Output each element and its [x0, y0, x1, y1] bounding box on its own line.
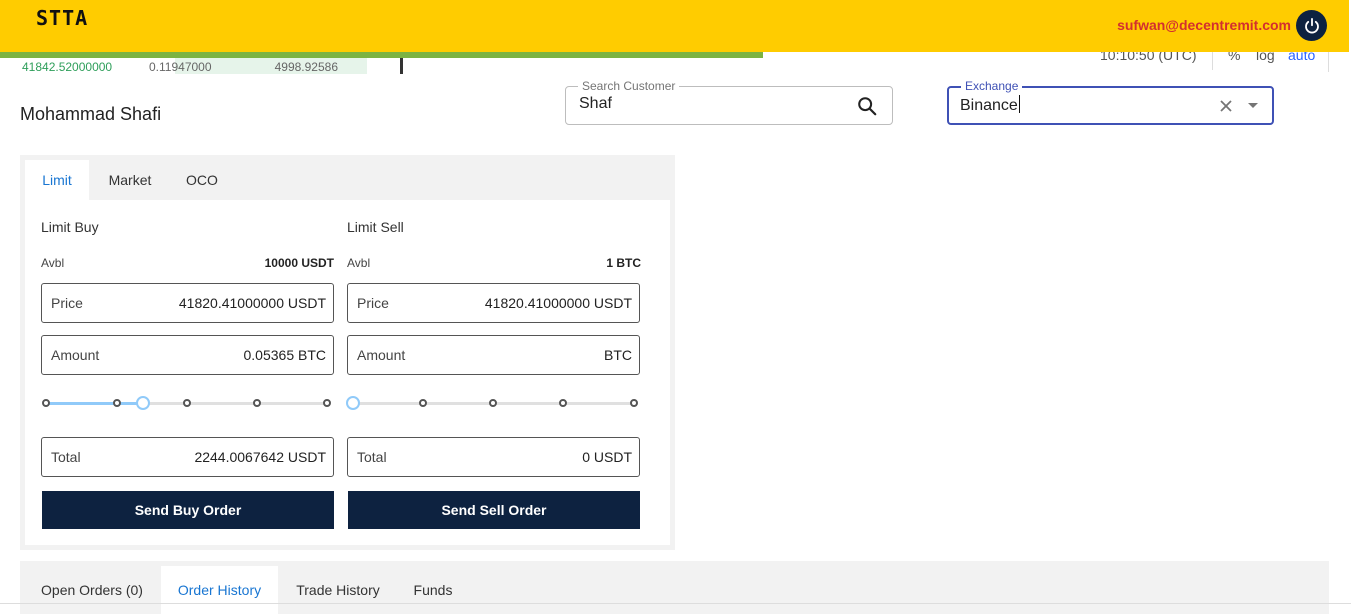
sell-total-value[interactable]: 0 USDT [582, 449, 632, 465]
sell-avbl-value: 1 BTC [606, 256, 641, 270]
exchange-value: Binance [960, 97, 1018, 114]
slider-mark-100[interactable] [323, 399, 331, 407]
buy-total-label: Total [51, 449, 81, 465]
search-customer-input[interactable]: Shaf [579, 95, 612, 113]
orderbook-total: 4998.92586 [274, 60, 338, 74]
search-customer-label: Search Customer [578, 79, 680, 93]
sell-price-value[interactable]: 41820.41000000 USDT [485, 295, 632, 311]
sell-avbl-label: Avbl [347, 256, 371, 270]
buy-total-field[interactable]: Total 2244.0067642 USDT [41, 437, 334, 477]
close-icon[interactable] [1218, 98, 1234, 114]
buy-avbl-value: 10000 USDT [264, 256, 334, 270]
order-form: Limit Buy Avbl 10000 USDT Price 41820.41… [25, 200, 670, 545]
tab-market[interactable]: Market [94, 160, 166, 200]
buy-amount-value[interactable]: 0.05365 BTC [244, 347, 327, 363]
orderbook-row: 41842.52000000 0.11947000 4998.92586 [20, 58, 367, 74]
history-tabs: Open Orders (0) Order History Trade Hist… [20, 561, 1329, 614]
orderbook-price: 41842.52000000 [22, 60, 113, 74]
slider-fill [46, 402, 143, 405]
buy-price-label: Price [51, 295, 83, 311]
exchange-select[interactable]: Exchange Binance [947, 79, 1274, 125]
tab-open-orders[interactable]: Open Orders (0) [25, 566, 159, 614]
order-panel: Limit Market OCO Limit Buy Avbl 10000 US… [20, 155, 675, 550]
tab-funds[interactable]: Funds [398, 566, 468, 614]
buy-percent-slider[interactable] [41, 393, 334, 413]
buy-avbl-label: Avbl [41, 256, 65, 270]
buy-total-value[interactable]: 2244.0067642 USDT [194, 449, 326, 465]
buy-price-value[interactable]: 41820.41000000 USDT [179, 295, 326, 311]
customer-name: Mohammad Shafi [20, 104, 162, 124]
limit-buy-title: Limit Buy [41, 219, 99, 235]
slider-mark-25[interactable] [113, 399, 121, 407]
buy-amount-label: Amount [51, 347, 100, 363]
limit-sell-title: Limit Sell [347, 219, 404, 235]
tab-order-history[interactable]: Order History [161, 566, 278, 614]
power-icon [1304, 17, 1319, 33]
user-email: sufwan@decentremit.com [1117, 17, 1291, 33]
tab-oco[interactable]: OCO [172, 160, 232, 200]
sell-amount-value[interactable]: BTC [604, 347, 632, 363]
slider-mark-50[interactable] [489, 399, 497, 407]
sell-percent-slider[interactable] [346, 393, 640, 413]
toolbar-divider [1328, 50, 1329, 72]
top-header: STTA sufwan@decentremit.com [0, 0, 1349, 52]
progress-line [0, 52, 763, 58]
sell-total-label: Total [357, 449, 387, 465]
slider-mark-0[interactable] [42, 399, 50, 407]
slider-mark-25[interactable] [419, 399, 427, 407]
sell-total-field[interactable]: Total 0 USDT [347, 437, 640, 477]
send-buy-order-button[interactable]: Send Buy Order [42, 491, 334, 529]
search-icon[interactable] [856, 95, 878, 117]
brand-logo: STTA [36, 6, 89, 30]
text-cursor [1018, 95, 1020, 113]
buy-amount-field[interactable]: Amount 0.05365 BTC [41, 335, 334, 375]
divider [0, 603, 1351, 604]
buy-price-field[interactable]: Price 41820.41000000 USDT [41, 283, 334, 323]
exchange-label: Exchange [961, 79, 1023, 93]
slider-handle[interactable] [346, 396, 360, 410]
slider-mark-75[interactable] [559, 399, 567, 407]
sell-price-label: Price [357, 295, 389, 311]
slider-mark-75[interactable] [253, 399, 261, 407]
tab-trade-history[interactable]: Trade History [282, 566, 394, 614]
slider-mark-50[interactable] [183, 399, 191, 407]
search-customer-field[interactable]: Search Customer Shaf [565, 79, 893, 125]
exchange-input[interactable]: Binance [960, 95, 1020, 115]
slider-mark-100[interactable] [630, 399, 638, 407]
sell-amount-label: Amount [357, 347, 406, 363]
sell-price-field[interactable]: Price 41820.41000000 USDT [347, 283, 640, 323]
chart-divider [400, 56, 403, 74]
sell-amount-field[interactable]: Amount BTC [347, 335, 640, 375]
orderbook-qty: 0.11947000 [149, 60, 212, 74]
tab-limit[interactable]: Limit [25, 160, 89, 200]
slider-handle[interactable] [136, 396, 150, 410]
send-sell-order-button[interactable]: Send Sell Order [348, 491, 640, 529]
toolbar-divider [1212, 50, 1213, 70]
logout-button[interactable] [1296, 10, 1327, 41]
chevron-down-icon[interactable] [1248, 103, 1258, 108]
